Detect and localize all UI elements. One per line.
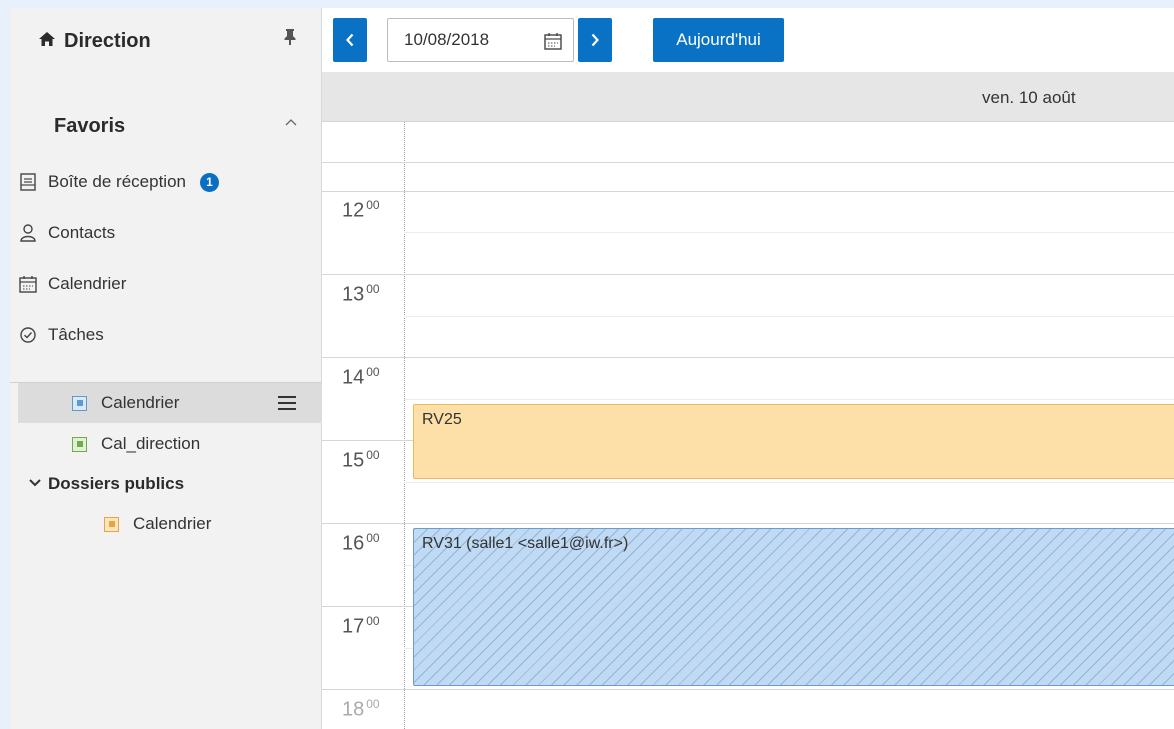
hour-label: 12 00 <box>342 198 380 222</box>
calendar-item-cal-direction[interactable]: Cal_direction <box>72 424 200 464</box>
nav-item-label: Contacts <box>48 223 116 242</box>
grid-line <box>404 482 1174 483</box>
grid-line <box>322 357 1174 358</box>
previous-day-button[interactable] <box>333 18 367 62</box>
sidebar: Direction Favoris Boîte de réception 1 C… <box>10 8 322 729</box>
home-icon <box>38 30 56 53</box>
chevron-up-icon[interactable] <box>282 114 300 132</box>
nav-item-contacts[interactable]: Contacts <box>18 215 318 251</box>
nav-item-label: Calendrier <box>48 274 127 293</box>
calendar-item-label: Calendrier <box>101 393 180 412</box>
grid-line <box>404 316 1174 317</box>
hour-label: 14 00 <box>342 365 380 389</box>
check-circle-icon <box>18 325 38 345</box>
hour-label: 16 00 <box>342 531 380 555</box>
grid-line <box>322 689 1174 690</box>
calendar-item-label: Calendrier <box>133 514 212 533</box>
grid-line <box>322 191 1174 192</box>
calendar-icon <box>18 274 38 294</box>
chevron-down-icon <box>28 474 42 494</box>
sidebar-title: Direction <box>38 30 151 53</box>
day-header: ven. 10 août <box>322 72 1174 122</box>
grid-line <box>404 399 1174 400</box>
calendar-color-swatch <box>72 395 87 411</box>
hour-label: 18 00 <box>342 697 380 721</box>
pin-icon[interactable] <box>284 28 296 51</box>
menu-icon[interactable] <box>278 395 296 411</box>
event-title: RV25 <box>422 411 462 428</box>
public-folders-title: Dossiers publics <box>48 474 185 493</box>
nav-item-label: Tâches <box>48 325 104 344</box>
date-input-value: 10/08/2018 <box>404 30 490 49</box>
favorites-title[interactable]: Favoris <box>54 115 125 138</box>
inbox-icon <box>18 172 38 192</box>
hour-label: 15 00 <box>342 448 380 472</box>
calendar-color-swatch <box>72 436 87 452</box>
day-grid[interactable]: 12 00 13 00 14 00 15 00 16 00 17 00 18 00 RV25 … <box>322 122 1174 729</box>
event-rv31[interactable]: RV31 (salle1 <salle1@iw.fr>) <box>413 528 1174 686</box>
nav-item-tasks[interactable]: Tâches <box>18 317 318 353</box>
calendar-picker-icon[interactable] <box>543 31 563 56</box>
grid-line <box>322 523 1174 524</box>
nav-item-label: Boîte de réception <box>48 172 186 191</box>
day-header-label[interactable]: ven. 10 août <box>982 88 1076 108</box>
chevron-right-icon <box>591 33 599 47</box>
nav-item-inbox[interactable]: Boîte de réception 1 <box>18 164 318 200</box>
next-day-button[interactable] <box>578 18 612 62</box>
calendar-item-calendrier[interactable]: Calendrier <box>18 383 322 423</box>
date-input[interactable]: 10/08/2018 <box>387 18 574 62</box>
today-button[interactable]: Aujourd'hui <box>653 18 784 62</box>
chevron-left-icon <box>346 33 354 47</box>
grid-line <box>404 232 1174 233</box>
person-icon <box>18 223 38 243</box>
event-title: RV31 (salle1 <salle1@iw.fr>) <box>422 535 629 552</box>
nav-item-calendar[interactable]: Calendrier <box>18 266 318 302</box>
toolbar: 10/08/2018 Aujourd'hui <box>322 8 1174 72</box>
time-column-divider <box>404 122 405 729</box>
calendar-item-label: Cal_direction <box>101 434 201 453</box>
calendar-item-public-calendrier[interactable]: Calendrier <box>104 504 211 544</box>
hour-label: 17 00 <box>342 614 380 638</box>
public-folders-toggle[interactable]: Dossiers publics <box>28 474 184 494</box>
hour-label: 13 00 <box>342 282 380 306</box>
grid-line <box>322 162 1174 163</box>
unread-badge: 1 <box>199 172 219 192</box>
event-rv25[interactable]: RV25 <box>413 404 1174 479</box>
grid-line <box>322 274 1174 275</box>
calendar-color-swatch <box>104 516 119 532</box>
sidebar-title-text: Direction <box>64 30 151 52</box>
